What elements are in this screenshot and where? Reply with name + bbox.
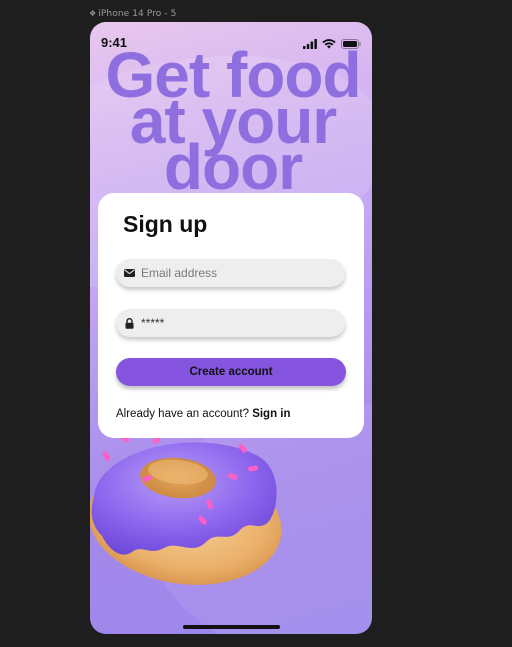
frame-label-text: iPhone 14 Pro - 5: [98, 9, 177, 19]
lock-icon: [123, 317, 135, 329]
email-field[interactable]: [116, 259, 345, 287]
donut-illustration: [90, 426, 290, 606]
hero-headline: Get food at your door: [90, 43, 372, 199]
signup-title: Sign up: [123, 211, 208, 237]
email-input[interactable]: [141, 266, 331, 280]
frame-icon: ❖: [89, 9, 97, 18]
password-field[interactable]: [116, 309, 345, 337]
signin-prompt-text: Already have an account?: [116, 408, 253, 420]
create-account-button[interactable]: Create account: [116, 358, 346, 386]
frame-label: ❖ iPhone 14 Pro - 5: [89, 9, 177, 19]
signin-link[interactable]: Sign in: [252, 408, 290, 420]
home-indicator: [183, 625, 280, 629]
phone-screen: 9:41 Get food at your door Sign up Email…: [90, 22, 372, 634]
signup-card: Sign up Create account Already have an: [98, 193, 364, 438]
mail-icon: [123, 269, 135, 277]
signin-prompt: Already have an account? Sign in: [116, 408, 291, 420]
password-input[interactable]: [141, 316, 331, 330]
